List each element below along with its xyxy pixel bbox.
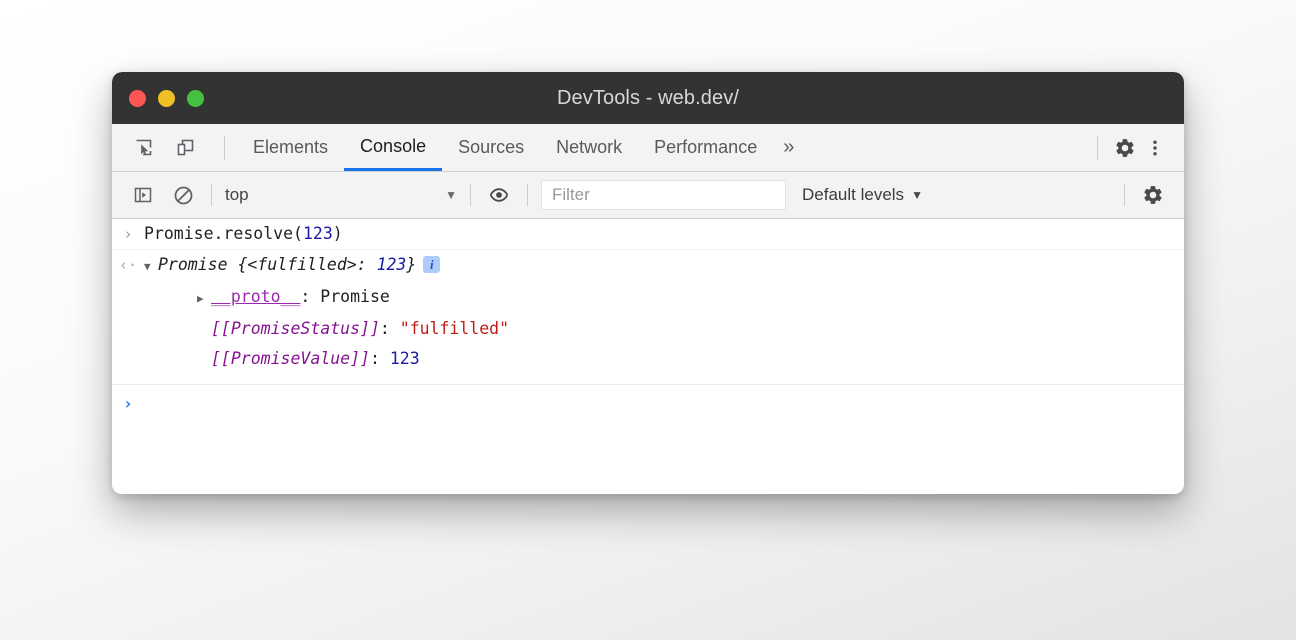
tab-sources[interactable]: Sources bbox=[442, 124, 540, 171]
result-brace-open: {<fulfilled>: bbox=[228, 255, 377, 274]
filter-input[interactable]: Filter bbox=[541, 180, 786, 210]
gear-icon[interactable] bbox=[1110, 133, 1140, 163]
console-sidebar-icon[interactable] bbox=[128, 180, 158, 210]
property-key[interactable]: __proto__ bbox=[211, 287, 300, 306]
console-toolbar-divider-2 bbox=[470, 184, 471, 206]
window-titlebar: DevTools - web.dev/ bbox=[112, 72, 1184, 124]
console-toolbar: top ▼ Filter Default levels ▼ bbox=[112, 172, 1184, 219]
console-toolbar-right bbox=[1111, 180, 1184, 210]
expand-proto-toggle[interactable] bbox=[197, 288, 211, 310]
live-expression-icon[interactable] bbox=[484, 180, 514, 210]
property-proto: __proto__: Promise bbox=[144, 286, 390, 310]
property-value: "fulfilled" bbox=[400, 319, 509, 338]
console-result-preview: Promise {<fulfilled>: 123} i bbox=[144, 254, 440, 278]
console-toolbar-divider-3 bbox=[527, 184, 528, 206]
execution-context-value: top bbox=[225, 185, 249, 205]
tabbar-divider bbox=[224, 136, 225, 160]
console-toolbar-divider-4 bbox=[1124, 184, 1125, 206]
console-input-code: Promise.resolve(123) bbox=[144, 223, 343, 245]
console-toolbar-divider-1 bbox=[211, 184, 212, 206]
result-object-name: Promise bbox=[158, 255, 228, 274]
property-value: 123 bbox=[390, 349, 420, 368]
chevron-down-icon: ▼ bbox=[445, 188, 457, 202]
log-levels-label: Default levels bbox=[802, 185, 904, 205]
log-levels-dropdown[interactable]: Default levels ▼ bbox=[802, 185, 923, 205]
tabbar-right-icons bbox=[1085, 133, 1184, 163]
panel-tabs: Elements Console Sources Network Perform… bbox=[237, 124, 804, 171]
tabbar-left-icons bbox=[112, 133, 237, 163]
inspect-element-icon[interactable] bbox=[128, 133, 158, 163]
info-badge-icon[interactable]: i bbox=[423, 256, 440, 273]
console-settings-gear-icon[interactable] bbox=[1138, 180, 1168, 210]
property-separator: : bbox=[380, 319, 400, 338]
tab-performance[interactable]: Performance bbox=[638, 124, 773, 171]
property-promise-status: [[PromiseStatus]]: "fulfilled" bbox=[144, 318, 509, 340]
input-code-prefix: Promise.resolve( bbox=[144, 224, 303, 243]
result-brace-close: } bbox=[406, 255, 416, 274]
more-tabs-icon[interactable]: » bbox=[773, 124, 804, 171]
console-message-list[interactable]: › Promise.resolve(123) ‹· Promise {<fulf… bbox=[112, 219, 1184, 494]
console-result-message[interactable]: ‹· Promise {<fulfilled>: 123} i bbox=[112, 250, 1184, 282]
result-value: 123 bbox=[377, 255, 407, 274]
property-value: Promise bbox=[320, 287, 390, 306]
property-separator: : bbox=[370, 349, 390, 368]
chevron-down-icon: ▼ bbox=[911, 188, 923, 202]
devtools-window: DevTools - web.dev/ Elements Console Sou… bbox=[112, 72, 1184, 494]
devtools-tabbar: Elements Console Sources Network Perform… bbox=[112, 124, 1184, 172]
object-property-row[interactable]: [[PromiseStatus]]: "fulfilled" bbox=[112, 314, 1184, 344]
object-property-row[interactable]: __proto__: Promise bbox=[112, 282, 1184, 314]
input-code-suffix: ) bbox=[333, 224, 343, 243]
property-separator: : bbox=[300, 287, 320, 306]
more-vertical-icon[interactable] bbox=[1140, 133, 1170, 163]
execution-context-selector[interactable]: top ▼ bbox=[225, 185, 457, 205]
property-key: [[PromiseStatus]] bbox=[211, 319, 380, 338]
object-property-row[interactable]: [[PromiseValue]]: 123 bbox=[112, 344, 1184, 374]
tab-elements[interactable]: Elements bbox=[237, 124, 344, 171]
property-promise-value: [[PromiseValue]]: 123 bbox=[144, 348, 420, 370]
tab-network[interactable]: Network bbox=[540, 124, 638, 171]
property-key: [[PromiseValue]] bbox=[211, 349, 370, 368]
console-prompt[interactable]: › bbox=[112, 384, 1184, 419]
input-code-argument: 123 bbox=[303, 224, 333, 243]
window-title: DevTools - web.dev/ bbox=[112, 72, 1184, 124]
expand-object-toggle[interactable] bbox=[144, 256, 158, 278]
clear-console-icon[interactable] bbox=[168, 180, 198, 210]
console-input-message[interactable]: › Promise.resolve(123) bbox=[112, 219, 1184, 250]
prompt-chevron-icon: › bbox=[112, 393, 144, 415]
tab-console[interactable]: Console bbox=[344, 124, 442, 171]
tabbar-right-divider bbox=[1097, 136, 1098, 160]
device-toolbar-icon[interactable] bbox=[170, 133, 200, 163]
output-chevron-icon: ‹· bbox=[112, 254, 144, 276]
input-chevron-icon: › bbox=[112, 223, 144, 245]
